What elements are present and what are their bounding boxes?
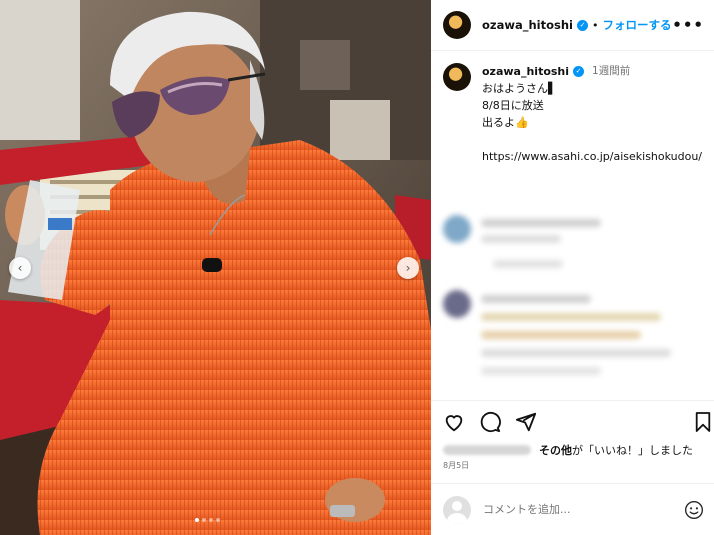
caption-line: おはようさん▌	[482, 82, 557, 95]
comment-bar	[431, 483, 714, 535]
slide-indicator	[195, 518, 220, 522]
post-date[interactable]: 8月5日	[443, 460, 469, 471]
caption-link[interactable]: https://www.asahi.co.jp/aisekishokudou/	[482, 148, 702, 165]
chevron-left-icon: ‹	[17, 261, 23, 275]
caption-time[interactable]: 1週間前	[592, 63, 630, 80]
slide-dot	[202, 518, 206, 522]
avatar[interactable]	[443, 63, 471, 91]
verified-badge-icon: ✓	[577, 19, 588, 31]
photo-image	[0, 0, 431, 535]
more-dots-icon[interactable]: •••	[672, 16, 704, 34]
liked-by-blurred	[443, 445, 531, 455]
next-slide-button[interactable]: ›	[397, 257, 419, 279]
heart-icon[interactable]	[443, 411, 465, 433]
avatar[interactable]	[443, 11, 471, 39]
post-header: ozawa_hitoshi ✓ • フォローする •••	[431, 0, 714, 51]
post-actions	[431, 400, 714, 444]
caption-line: 出るよ👍	[482, 116, 529, 129]
bookmark-icon[interactable]	[694, 411, 712, 433]
blurred-comments	[443, 205, 705, 395]
likes-others[interactable]: その他	[539, 444, 572, 457]
likes-text: その他が「いいね！」しました	[539, 442, 693, 458]
separator: •	[592, 18, 599, 32]
slide-dot	[195, 518, 199, 522]
likes-summary[interactable]: その他が「いいね！」しました	[443, 442, 708, 458]
post-side-panel: ozawa_hitoshi ✓ • フォローする ••• ozawa_hitos…	[431, 0, 714, 535]
caption-username[interactable]: ozawa_hitoshi	[482, 63, 569, 80]
avatar	[443, 495, 471, 524]
previous-slide-button[interactable]: ‹	[9, 257, 31, 279]
post-photo[interactable]: ‹ ›	[0, 0, 431, 535]
share-icon[interactable]	[515, 411, 537, 433]
slide-dot	[209, 518, 213, 522]
likes-suffix: が「いいね！」しました	[572, 444, 693, 457]
username-link[interactable]: ozawa_hitoshi	[482, 18, 573, 32]
emoji-icon[interactable]	[684, 500, 704, 520]
slide-dot	[216, 518, 220, 522]
caption-line: 8/8日に放送	[482, 99, 544, 112]
chevron-right-icon: ›	[405, 261, 411, 275]
verified-badge-icon: ✓	[573, 66, 585, 77]
follow-button[interactable]: フォローする	[603, 17, 672, 33]
comment-input[interactable]	[483, 503, 684, 516]
comment-icon[interactable]	[479, 411, 501, 433]
caption: ozawa_hitoshi ✓ 1週間前 おはようさん▌ 8/8日に放送 出るよ…	[443, 63, 708, 165]
